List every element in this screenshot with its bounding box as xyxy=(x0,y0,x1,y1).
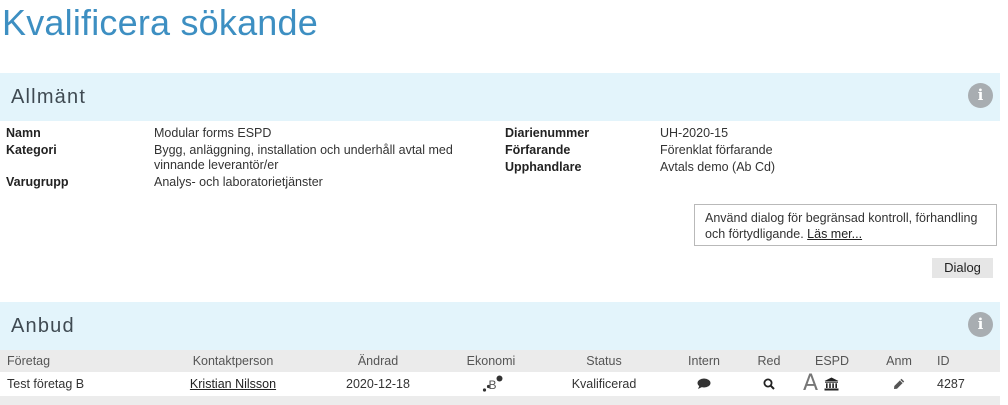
table-footer xyxy=(0,396,1000,405)
id-cell: 4287 xyxy=(937,377,965,391)
name-value: Modular forms ESPD xyxy=(154,126,272,140)
procedure-value: Förenklat förfarande xyxy=(660,143,773,157)
search-icon[interactable] xyxy=(763,372,775,396)
economy-rating-letter: B xyxy=(489,378,497,392)
column-header-red[interactable]: Red xyxy=(758,350,781,372)
anbud-panel-header: Anbud i xyxy=(0,302,1000,350)
category-value: Bygg, anläggning, installation och under… xyxy=(154,143,453,172)
procurer-label: Upphandlare xyxy=(505,160,582,174)
column-header-company[interactable]: Företag xyxy=(7,350,50,372)
table-row[interactable]: Test företag B Kristian Nilsson 2020-12-… xyxy=(0,372,1000,396)
comment-icon[interactable] xyxy=(697,372,711,396)
contact-person-link[interactable]: Kristian Nilsson xyxy=(190,377,276,391)
dialog-info-box: Använd dialog för begränsad kontroll, fö… xyxy=(694,204,997,246)
info-icon[interactable]: i xyxy=(968,312,993,337)
column-header-changed[interactable]: Ändrad xyxy=(358,350,398,372)
company-cell: Test företag B xyxy=(7,377,85,391)
product-group-value: Analys- och laboratorietjänster xyxy=(154,175,323,189)
allmant-panel-title: Allmänt xyxy=(11,86,87,108)
column-header-contact[interactable]: Kontaktperson xyxy=(193,350,274,372)
bank-icon[interactable] xyxy=(824,372,839,396)
category-label: Kategori xyxy=(6,143,57,157)
procedure-label: Förfarande xyxy=(505,143,571,157)
pencil-icon[interactable] xyxy=(893,372,905,396)
column-header-anm[interactable]: Anm xyxy=(886,350,912,372)
product-group-label: Varugrupp xyxy=(6,175,69,189)
allmant-panel-header: Allmänt i xyxy=(0,73,1000,121)
changed-date-cell: 2020-12-18 xyxy=(346,377,410,391)
column-header-id[interactable]: ID xyxy=(937,350,950,372)
column-header-status[interactable]: Status xyxy=(586,350,621,372)
status-cell: Kvalificerad xyxy=(571,377,637,391)
espd-a-icon[interactable]: A xyxy=(802,372,819,396)
dialog-button[interactable]: Dialog xyxy=(932,258,993,278)
anbud-panel-title: Anbud xyxy=(11,315,75,337)
bids-table-header: Företag Kontaktperson Ändrad Ekonomi Sta… xyxy=(0,350,1000,372)
procurer-value: Avtals demo (Ab Cd) xyxy=(660,160,776,174)
column-header-economy[interactable]: Ekonomi xyxy=(467,350,516,372)
column-header-espd[interactable]: ESPD xyxy=(815,350,849,372)
info-icon[interactable]: i xyxy=(968,83,993,108)
name-label: Namn xyxy=(6,126,41,140)
read-more-link[interactable]: Läs mer... xyxy=(807,227,862,241)
page-title: Kvalificera sökande xyxy=(2,2,318,43)
credit-rating-b-icon[interactable]: B xyxy=(481,372,503,396)
reference-number-label: Diarienummer xyxy=(505,126,590,140)
column-header-intern[interactable]: Intern xyxy=(688,350,720,372)
reference-number-value: UH-2020-15 xyxy=(660,126,729,140)
